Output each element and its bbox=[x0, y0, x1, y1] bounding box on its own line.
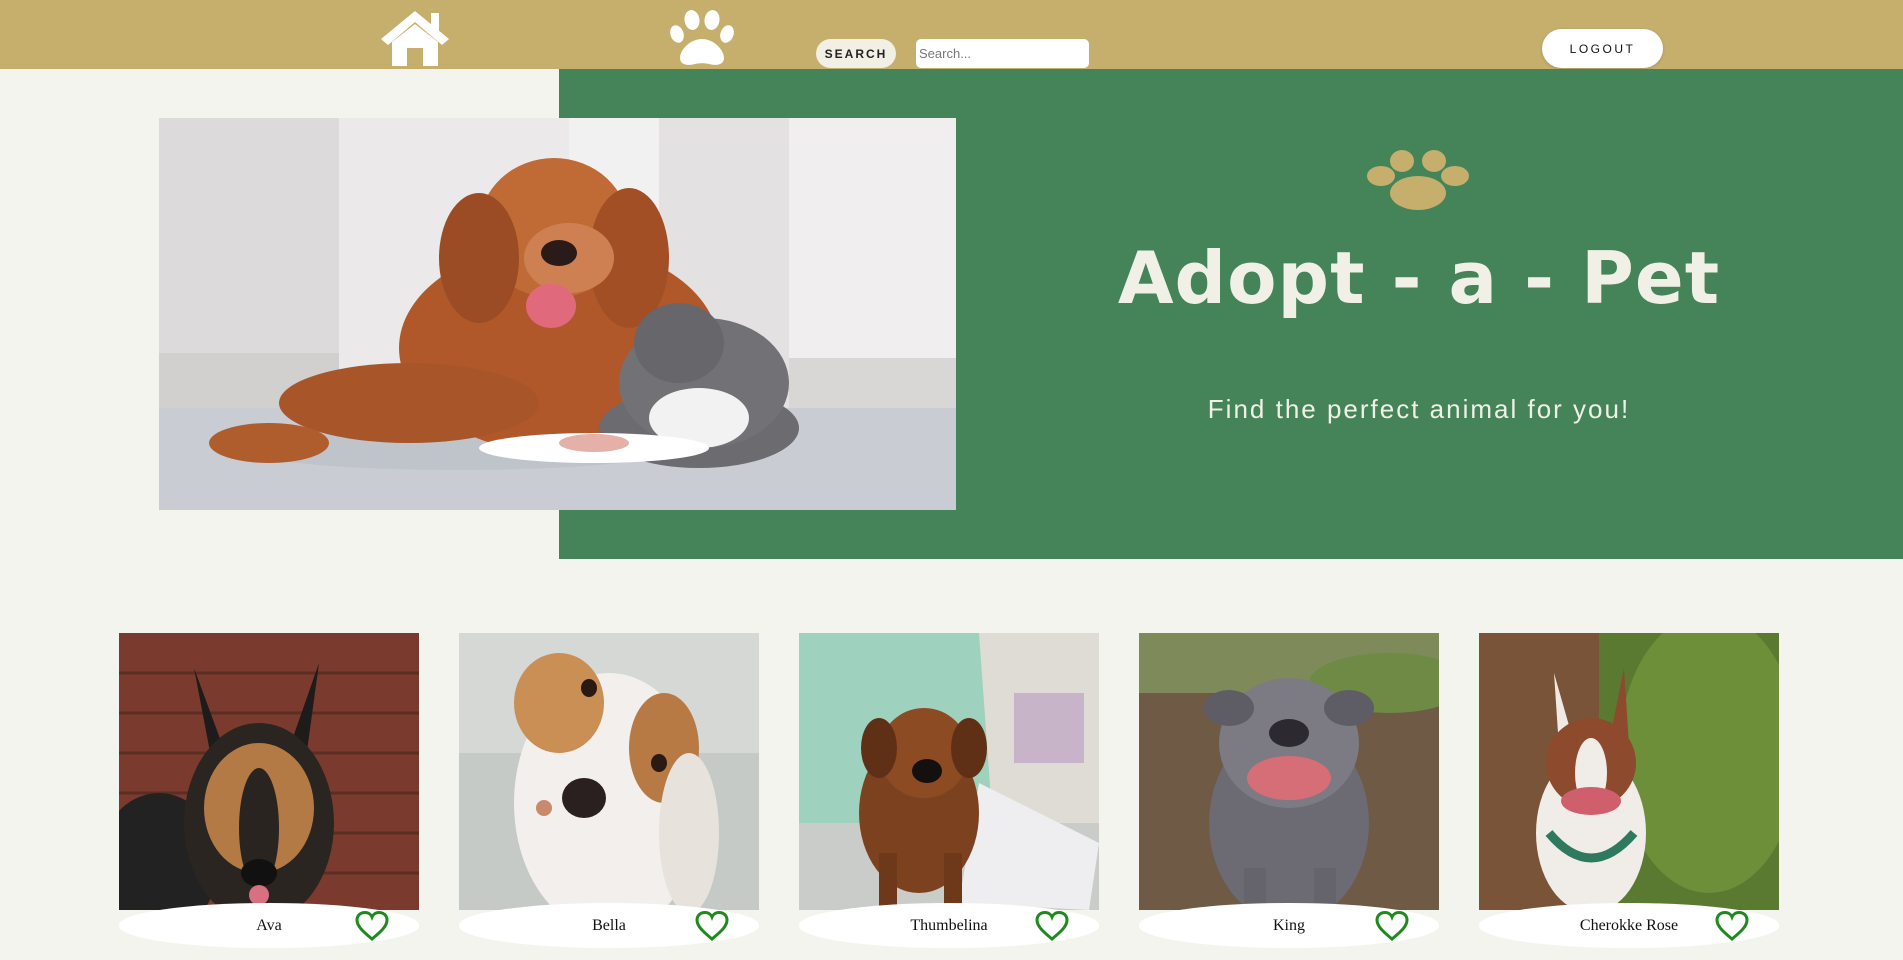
pet-photo[interactable] bbox=[459, 633, 759, 910]
heart-icon[interactable] bbox=[355, 911, 389, 941]
home-icon[interactable] bbox=[378, 8, 453, 66]
heart-icon[interactable] bbox=[1715, 911, 1749, 941]
heart-icon[interactable] bbox=[1035, 911, 1069, 941]
pet-card-footer: Ava bbox=[119, 903, 419, 948]
heart-icon[interactable] bbox=[1375, 911, 1409, 941]
pet-card-footer: King bbox=[1139, 903, 1439, 948]
pet-card-footer: Bella bbox=[459, 903, 759, 948]
search-input[interactable] bbox=[916, 39, 1089, 68]
hero-dog-and-cat-photo bbox=[159, 118, 956, 510]
hero-subtitle: Find the perfect animal for you! bbox=[1207, 394, 1631, 424]
heart-icon[interactable] bbox=[695, 911, 729, 941]
paw-icon[interactable] bbox=[668, 9, 736, 67]
pet-card[interactable]: Cherokke Rose bbox=[1479, 633, 1779, 948]
logout-button[interactable]: LOGOUT bbox=[1542, 29, 1663, 68]
pet-photo[interactable] bbox=[1479, 633, 1779, 910]
pet-card-footer: Thumbelina bbox=[799, 903, 1099, 948]
search-button[interactable]: SEARCH bbox=[816, 39, 896, 68]
pet-card[interactable]: Thumbelina bbox=[799, 633, 1099, 948]
paw-icon bbox=[1367, 150, 1469, 210]
pet-card[interactable]: Ava bbox=[119, 633, 419, 948]
pet-card[interactable]: Bella bbox=[459, 633, 759, 948]
pet-photo[interactable] bbox=[799, 633, 1099, 910]
pet-card[interactable]: King bbox=[1139, 633, 1439, 948]
hero-title: Adopt - a - Pet bbox=[1117, 236, 1721, 320]
pet-photo[interactable] bbox=[119, 633, 419, 910]
top-nav-bar: SEARCH LOGOUT bbox=[0, 0, 1903, 69]
pet-photo[interactable] bbox=[1139, 633, 1439, 910]
pet-card-footer: Cherokke Rose bbox=[1479, 903, 1779, 948]
